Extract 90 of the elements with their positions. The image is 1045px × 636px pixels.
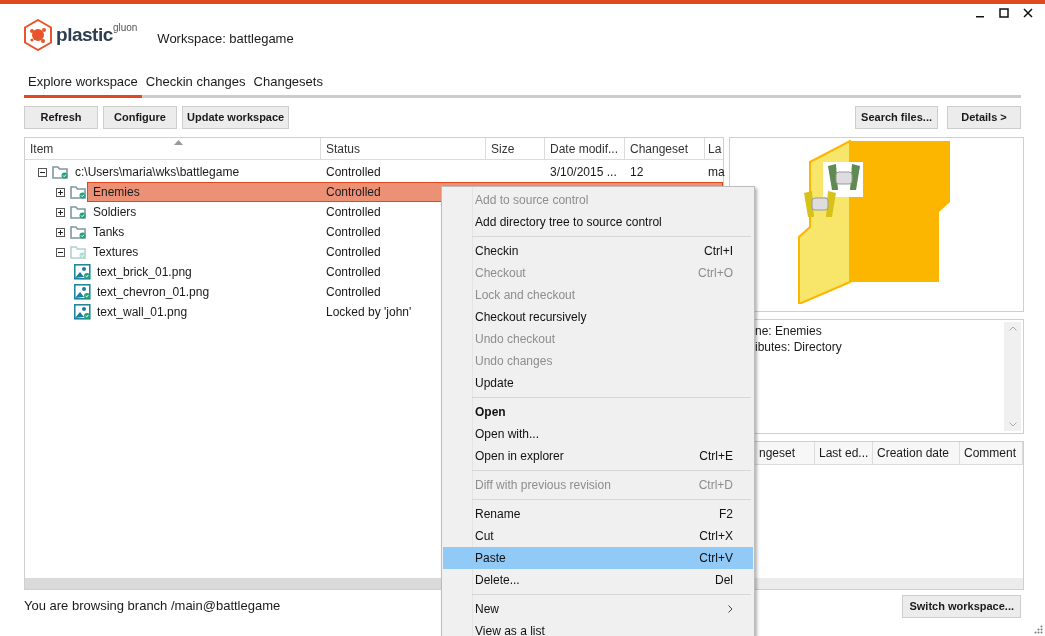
item-name[interactable]: Tanks: [93, 223, 125, 241]
column-header[interactable]: Date modif...: [545, 138, 625, 159]
toolbar-button[interactable]: Refresh: [24, 106, 98, 129]
image-file-icon: [74, 304, 91, 320]
column-header[interactable]: Changeset: [625, 138, 705, 159]
table-cell-text: Controlled: [325, 204, 382, 221]
table-cell-text: Controlled: [325, 164, 382, 181]
menu-item[interactable]: Open with...: [443, 423, 753, 445]
menu-item-label: Undo changes: [475, 353, 554, 370]
toolbar-button[interactable]: Update workspace: [182, 106, 290, 129]
menu-item-label: Lock and checkout: [475, 287, 577, 304]
switch-workspace-button[interactable]: Switch workspace...: [902, 594, 1021, 618]
menu-item-label: Rename: [475, 506, 522, 523]
menu-item[interactable]: Update: [443, 372, 753, 394]
menu-item[interactable]: Delete... Del: [443, 569, 753, 591]
tab[interactable]: Changesets: [249, 68, 327, 98]
column-header[interactable]: La: [705, 138, 723, 159]
menu-item[interactable]: Rename F2: [443, 503, 753, 525]
item-name[interactable]: Enemies: [93, 183, 140, 201]
maximize-icon[interactable]: [999, 8, 1009, 18]
menu-item-label: Diff with previous revision: [475, 477, 612, 494]
menu-item[interactable]: Open in explorer Ctrl+E: [443, 445, 753, 467]
menu-item-label: Checkout recursively: [475, 309, 588, 326]
item-name[interactable]: text_wall_01.png: [97, 303, 188, 321]
menu-item[interactable]: View as a list: [443, 620, 753, 636]
tab[interactable]: Checkin changes: [141, 68, 250, 98]
shortcut-text: Ctrl+V: [699, 550, 733, 567]
menu-item-label: Delete...: [475, 572, 521, 589]
menu-item-label: View as a list: [475, 623, 546, 636]
item-name[interactable]: text_brick_01.png: [97, 263, 192, 281]
table-cell-text: 3/10/2015 ...: [549, 164, 618, 181]
menu-item-label: Checkout: [475, 265, 527, 282]
menu-item[interactable]: Checkout recursively: [443, 306, 753, 328]
details-text: ne: Enemies: [755, 323, 823, 339]
item-name[interactable]: Soldiers: [93, 203, 137, 221]
menu-item-label: Add to source control: [475, 192, 590, 209]
table-cell-text: 12: [629, 164, 645, 181]
collapse-icon[interactable]: [56, 247, 65, 257]
toolbar-button[interactable]: Search files...: [855, 106, 938, 129]
logo-icon: [24, 19, 52, 51]
status-text: You are browsing branch /main@battlegame: [24, 597, 281, 616]
image-file-icon: [74, 284, 91, 300]
image-file-icon: [74, 264, 91, 280]
menu-item[interactable]: Open: [443, 401, 753, 423]
menu-item[interactable]: New: [443, 598, 753, 620]
toolbar-button[interactable]: Configure: [103, 106, 177, 129]
menu-item[interactable]: Add directory tree to source control: [443, 211, 753, 233]
menu-item[interactable]: Paste Ctrl+V: [443, 547, 753, 569]
menu-item[interactable]: Checkin Ctrl+I: [443, 240, 753, 262]
menu-item-label: Add directory tree to source control: [475, 214, 663, 231]
menu-item-label: Update: [475, 375, 515, 392]
collapse-icon[interactable]: [38, 167, 47, 177]
shortcut-text: Ctrl+I: [704, 243, 733, 260]
menu-item-label: Paste: [475, 550, 507, 567]
shortcut-text: Del: [715, 572, 733, 589]
shortcut-text: Ctrl+E: [699, 448, 733, 465]
table-cell-text: Controlled: [325, 224, 382, 241]
menu-item[interactable]: Cut Ctrl+X: [443, 525, 753, 547]
menu-item-label: Checkin: [475, 243, 520, 260]
column-header[interactable]: Comment: [960, 442, 1023, 464]
logo-text: plastic: [56, 22, 113, 47]
menu-item-label: New: [475, 601, 500, 618]
tab[interactable]: Explore workspace: [24, 68, 142, 98]
resize-grip-icon[interactable]: [1034, 625, 1043, 634]
details-text: ibutes: Directory: [755, 339, 843, 355]
column-header[interactable]: Creation date: [873, 442, 960, 464]
logo-suffix: gluon: [112, 21, 138, 35]
shortcut-text: Ctrl+D: [698, 477, 733, 494]
expand-icon[interactable]: [56, 227, 65, 237]
sort-icon: [174, 140, 183, 145]
item-name[interactable]: text_chevron_01.png: [97, 283, 210, 301]
menu-item-label: Open with...: [475, 426, 541, 443]
workspace-title: Workspace: battlegame: [157, 30, 294, 49]
item-name[interactable]: c:\Users\maria\wks\battlegame: [75, 163, 240, 181]
menu-item-label: Open in explorer: [475, 448, 565, 465]
toolbar-button[interactable]: Details >: [947, 106, 1021, 129]
column-header[interactable]: Size: [486, 138, 545, 159]
menu-item-label: Open: [475, 404, 507, 421]
column-header[interactable]: Last ed...: [815, 442, 873, 464]
shortcut-text: Ctrl+O: [698, 265, 733, 282]
item-name[interactable]: Textures: [93, 243, 139, 261]
column-header[interactable]: Status: [321, 138, 486, 159]
shortcut-text: F2: [719, 506, 733, 523]
menu-item-label: Cut: [475, 528, 495, 545]
close-icon[interactable]: [1023, 8, 1033, 18]
shortcut-text: Ctrl+X: [699, 528, 733, 545]
table-cell-text: ma: [707, 164, 723, 181]
expand-icon[interactable]: [56, 187, 65, 197]
expand-icon[interactable]: [56, 207, 65, 217]
menu-item-label: Undo checkout: [475, 331, 557, 348]
